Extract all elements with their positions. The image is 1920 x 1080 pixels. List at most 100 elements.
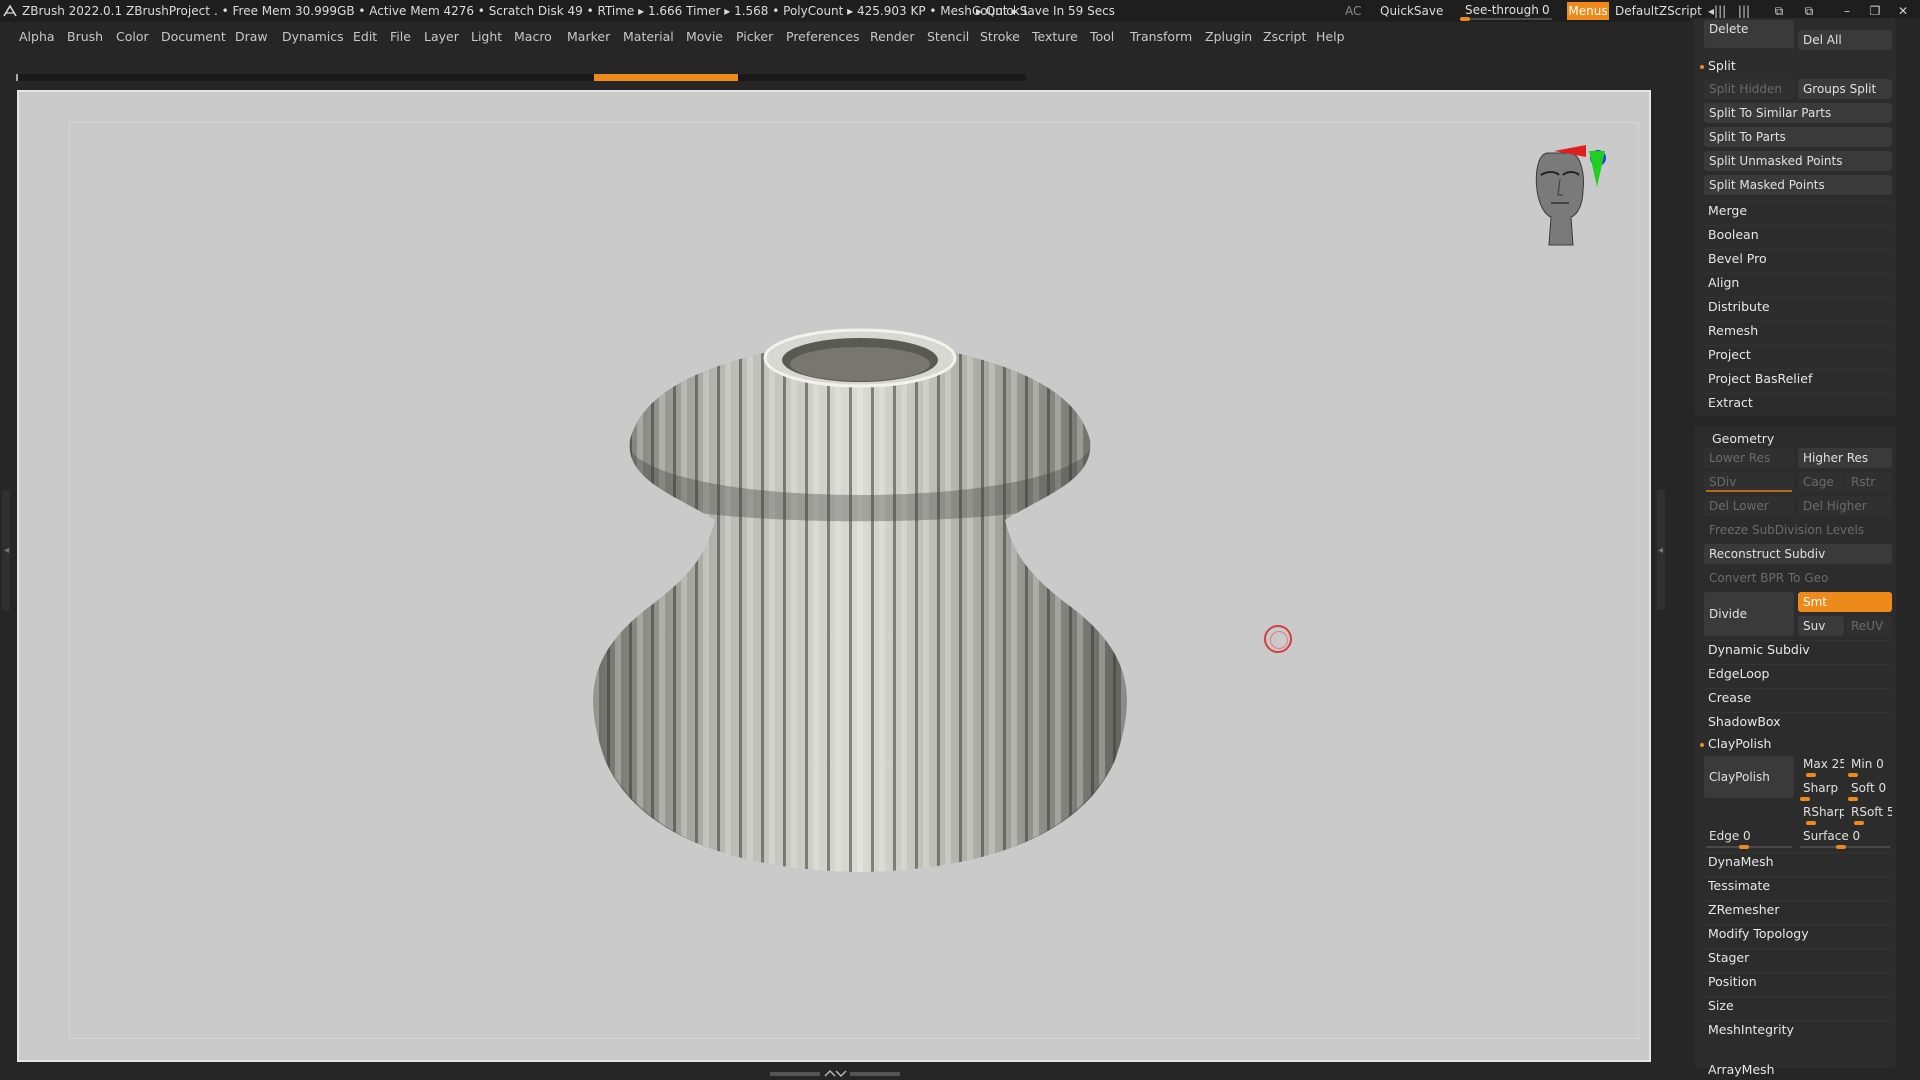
split-to-similar-parts-button[interactable]: Split To Similar Parts (1704, 103, 1892, 123)
menu-zscript[interactable]: Zscript (1263, 29, 1306, 44)
zremesher-section[interactable]: ZRemesher (1708, 902, 1780, 917)
freeze-subdivision-levels-button[interactable]: Freeze SubDivision Levels (1704, 520, 1892, 540)
shadowbox-section[interactable]: ShadowBox (1708, 714, 1781, 729)
menu-stencil[interactable]: Stencil (927, 29, 969, 44)
menu-brush[interactable]: Brush (67, 29, 103, 44)
menu-layer[interactable]: Layer (424, 29, 459, 44)
menu-zplugin[interactable]: Zplugin (1205, 29, 1252, 44)
menu-stroke[interactable]: Stroke (980, 29, 1020, 44)
surface-slider[interactable]: Surface 0 (1798, 826, 1892, 846)
reconstruct-subdiv-button[interactable]: Reconstruct Subdiv (1704, 544, 1892, 564)
menu-alpha[interactable]: Alpha (19, 29, 55, 44)
split-header[interactable]: Split (1708, 58, 1736, 73)
rsharp-slider-knob[interactable] (1806, 821, 1816, 825)
menu-tool[interactable]: Tool (1090, 29, 1114, 44)
edgeloop-section[interactable]: EdgeLoop (1708, 666, 1769, 681)
split-masked-points-button[interactable]: Split Masked Points (1704, 175, 1892, 195)
menu-help[interactable]: Help (1316, 29, 1345, 44)
del-lower-button[interactable]: Del Lower (1704, 496, 1794, 516)
quicksave-button[interactable]: QuickSave (1380, 4, 1443, 18)
menu-draw[interactable]: Draw (235, 29, 268, 44)
surface-slider-knob[interactable] (1836, 845, 1846, 849)
split-to-parts-button[interactable]: Split To Parts (1704, 127, 1892, 147)
del-all-button[interactable]: Del All (1798, 30, 1892, 50)
shelf-tab-strip[interactable] (16, 74, 1026, 81)
higher-res-button[interactable]: Higher Res (1798, 448, 1892, 468)
shelf-tab-active[interactable] (594, 74, 738, 81)
dynamic-subdiv-section[interactable]: Dynamic Subdiv (1708, 642, 1810, 657)
tessimate-section[interactable]: Tessimate (1708, 878, 1770, 893)
delete-button[interactable]: Delete (1704, 20, 1794, 48)
suv-toggle[interactable]: Suv (1798, 616, 1844, 636)
rsoft-slider[interactable]: RSoft 5 (1846, 802, 1892, 822)
del-higher-button[interactable]: Del Higher (1798, 496, 1892, 516)
layout-left-icon[interactable]: ◂||| (1708, 3, 1726, 19)
groups-split-button[interactable]: Groups Split (1798, 79, 1892, 99)
geometry-title[interactable]: Geometry (1712, 431, 1774, 446)
menu-dynamics[interactable]: Dynamics (282, 29, 344, 44)
menu-picker[interactable]: Picker (736, 29, 773, 44)
layout-swap-icon[interactable]: ⧉ (1800, 3, 1818, 19)
minimize-icon[interactable]: – (1838, 3, 1856, 19)
menu-material[interactable]: Material (623, 29, 674, 44)
rsoft-slider-knob[interactable] (1854, 821, 1864, 825)
vase-3d-model[interactable] (585, 320, 1135, 920)
claypolish-header[interactable]: ClayPolish (1708, 736, 1771, 751)
min-slider[interactable]: Min 0 (1846, 754, 1892, 774)
menu-marker[interactable]: Marker (567, 29, 610, 44)
left-tray-arrow-icon[interactable]: ◂ (4, 545, 9, 556)
extract-section[interactable]: Extract (1708, 395, 1753, 410)
rstr-button[interactable]: Rstr (1846, 472, 1892, 492)
menu-macro[interactable]: Macro (514, 29, 552, 44)
min-slider-knob[interactable] (1848, 773, 1858, 777)
sharp-slider[interactable]: Sharp (1798, 778, 1844, 798)
soft-slider-knob[interactable] (1848, 797, 1858, 801)
bottom-tray-handle[interactable] (770, 1070, 900, 1078)
project-basrelief-section[interactable]: Project BasRelief (1708, 371, 1812, 386)
menu-edit[interactable]: Edit (353, 29, 377, 44)
claypolish-button[interactable]: ClayPolish (1704, 756, 1794, 798)
menu-light[interactable]: Light (471, 29, 502, 44)
boolean-section[interactable]: Boolean (1708, 227, 1759, 242)
edge-slider[interactable]: Edge 0 (1704, 826, 1794, 846)
see-through-knob[interactable] (1460, 17, 1470, 21)
rsharp-slider[interactable]: RSharp (1798, 802, 1844, 822)
max-slider-knob[interactable] (1806, 773, 1816, 777)
menu-texture[interactable]: Texture (1032, 29, 1078, 44)
menu-render[interactable]: Render (870, 29, 915, 44)
sharp-slider-knob[interactable] (1800, 797, 1810, 801)
arraymesh-title[interactable]: ArrayMesh (1708, 1062, 1775, 1077)
menu-document[interactable]: Document (161, 29, 226, 44)
meshintegrity-section[interactable]: MeshIntegrity (1708, 1022, 1794, 1037)
soft-slider[interactable]: Soft 0 (1846, 778, 1892, 798)
lower-res-button[interactable]: Lower Res (1704, 448, 1794, 468)
project-section[interactable]: Project (1708, 347, 1751, 362)
split-hidden-button[interactable]: Split Hidden (1704, 79, 1794, 99)
crease-section[interactable]: Crease (1708, 690, 1751, 705)
sdiv-slider[interactable]: SDiv (1704, 472, 1794, 492)
cage-button[interactable]: Cage (1798, 472, 1844, 492)
layout-right-icon[interactable]: |||▸ (1735, 3, 1753, 34)
distribute-section[interactable]: Distribute (1708, 299, 1770, 314)
position-section[interactable]: Position (1708, 974, 1757, 989)
dynamesh-section[interactable]: DynaMesh (1708, 854, 1774, 869)
modify-topology-section[interactable]: Modify Topology (1708, 926, 1809, 941)
align-section[interactable]: Align (1708, 275, 1739, 290)
menu-preferences[interactable]: Preferences (786, 29, 860, 44)
menu-file[interactable]: File (390, 29, 411, 44)
ac-toggle[interactable]: AC (1345, 4, 1361, 18)
split-unmasked-points-button[interactable]: Split Unmasked Points (1704, 151, 1892, 171)
menus-button[interactable]: Menus (1567, 2, 1609, 20)
stager-section[interactable]: Stager (1708, 950, 1749, 965)
edge-slider-knob[interactable] (1739, 845, 1749, 849)
max-slider[interactable]: Max 25 (1798, 754, 1844, 774)
merge-section[interactable]: Merge (1708, 203, 1747, 218)
convert-bpr-to-geo-button[interactable]: Convert BPR To Geo (1704, 568, 1892, 588)
menu-movie[interactable]: Movie (686, 29, 723, 44)
right-tray-arrow-icon[interactable]: ◂ (1658, 545, 1663, 556)
close-icon[interactable]: ✕ (1894, 3, 1912, 19)
bevel-pro-section[interactable]: Bevel Pro (1708, 251, 1767, 266)
menu-transform[interactable]: Transform (1130, 29, 1192, 44)
see-through-slider[interactable]: See-through 0 (1460, 2, 1552, 21)
restore-icon[interactable]: ❐ (1866, 3, 1884, 19)
